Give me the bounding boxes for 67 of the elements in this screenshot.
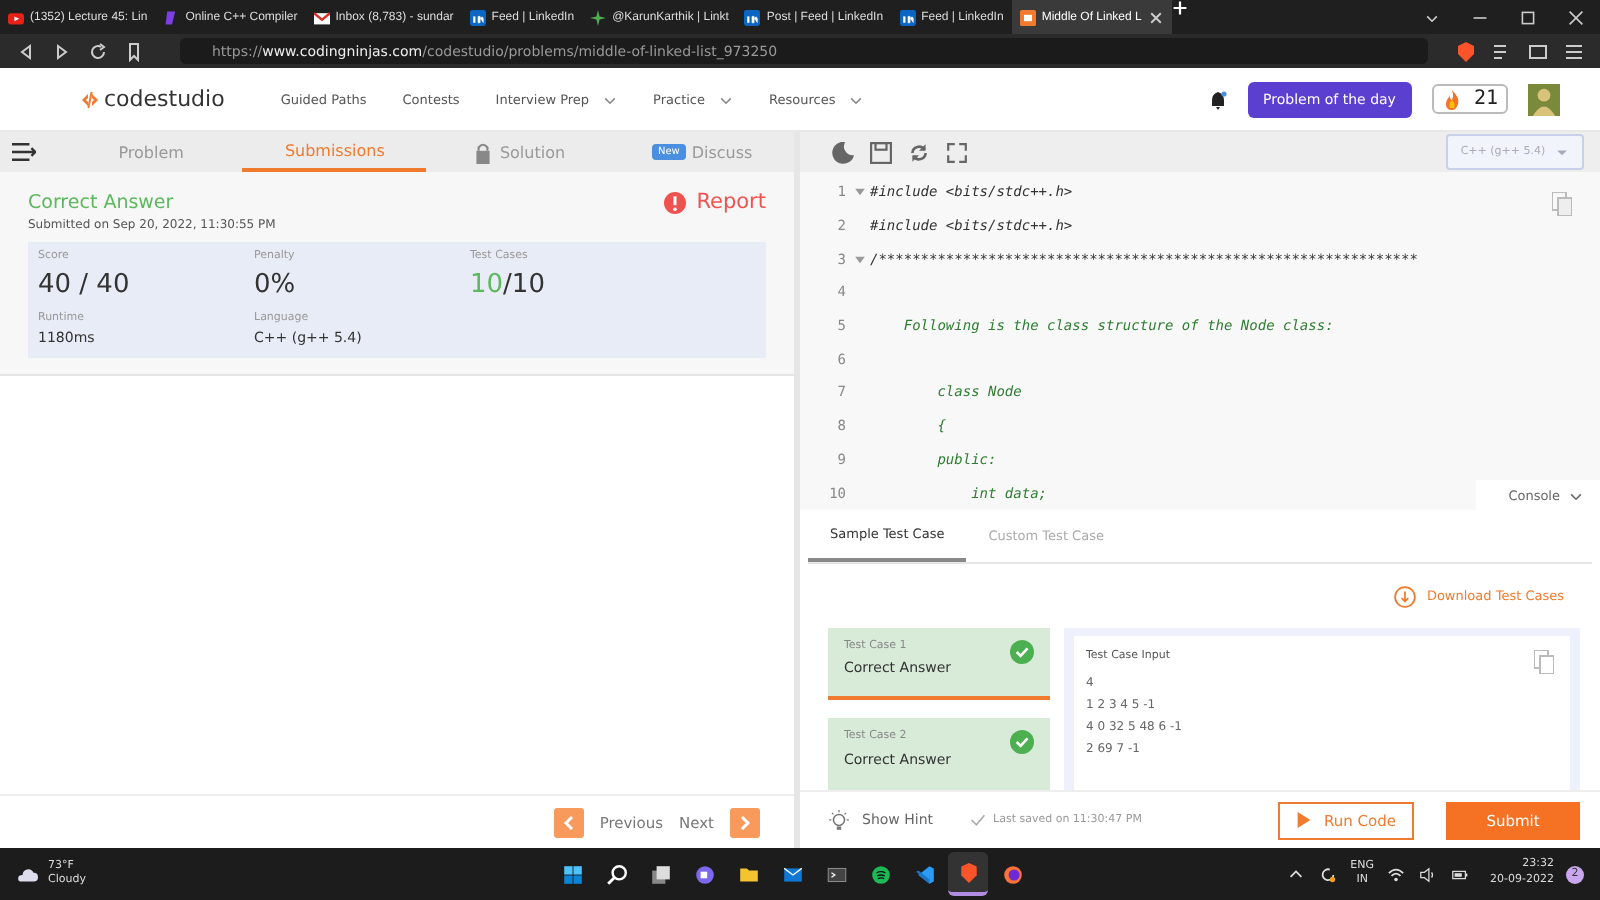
result-status: Correct Answer	[28, 191, 174, 213]
close-icon[interactable]	[1147, 9, 1164, 25]
tab-label: Submissions	[284, 141, 385, 159]
folder-icon[interactable]	[737, 863, 759, 885]
chevron-left-icon	[553, 807, 584, 837]
back-icon[interactable]	[16, 41, 36, 61]
logo-text: codestudio	[104, 86, 225, 112]
streak-count: 21	[1473, 88, 1498, 110]
music-icon[interactable]	[869, 863, 891, 885]
expand-icon[interactable]	[946, 141, 968, 163]
video-icon	[8, 9, 24, 25]
refresh-icon[interactable]	[908, 141, 930, 163]
lock-icon	[471, 141, 494, 163]
play-icon	[1296, 812, 1313, 828]
terminal-icon[interactable]	[825, 863, 847, 885]
alert-icon	[664, 191, 687, 213]
maximize-icon[interactable]	[1520, 9, 1536, 25]
avatar[interactable]	[1528, 83, 1560, 115]
report-label: Report	[696, 190, 766, 214]
checkmark-icon	[969, 812, 986, 828]
cloud-icon[interactable]	[16, 863, 38, 885]
stat-value: 40 / 40	[38, 270, 130, 300]
stat-value: 0%	[254, 270, 296, 300]
windows-icon[interactable]	[561, 863, 583, 885]
download-icon	[1394, 585, 1417, 607]
logo-icon	[80, 89, 100, 109]
site-icon	[1019, 9, 1036, 25]
mail-icon[interactable]	[781, 863, 803, 885]
chevron-right-icon	[730, 807, 760, 837]
mail-icon	[313, 9, 330, 25]
add-icon[interactable]	[1171, 0, 1188, 16]
fire-icon	[1441, 89, 1462, 109]
playlist-icon[interactable]	[1492, 41, 1512, 61]
bell-icon[interactable]	[1207, 89, 1228, 109]
search-icon[interactable]	[605, 863, 627, 885]
chat-icon[interactable]	[693, 863, 715, 885]
chevron-up-icon[interactable]	[1286, 865, 1307, 883]
code-editor-icon[interactable]	[913, 863, 935, 885]
lightbulb-icon	[828, 809, 850, 831]
menu-icon[interactable]	[12, 142, 36, 162]
chevron-down-icon	[1568, 488, 1584, 504]
tab-label: Solution	[499, 143, 566, 161]
reload-icon[interactable]	[88, 41, 108, 61]
battery-icon[interactable]	[1450, 865, 1471, 883]
fold-icon[interactable]	[850, 251, 870, 268]
moon-icon[interactable]	[832, 141, 854, 163]
close-icon[interactable]	[1568, 9, 1584, 25]
linkedin-icon	[899, 9, 916, 25]
check-icon	[1010, 730, 1034, 755]
linkedin-icon	[469, 9, 486, 25]
check-icon	[1010, 640, 1034, 664]
star-icon	[590, 9, 607, 25]
sync-icon[interactable]	[1318, 865, 1339, 883]
caret-icon	[1553, 144, 1570, 160]
streak-counter[interactable]: 21	[1431, 84, 1508, 114]
tab-label: Discuss	[691, 143, 753, 161]
save-icon[interactable]	[870, 141, 892, 163]
forward-icon[interactable]	[52, 41, 72, 61]
stat-value: 10/10	[470, 270, 545, 300]
windows-stack-icon[interactable]	[649, 863, 671, 885]
speaker-icon[interactable]	[1418, 865, 1439, 883]
bookmark-icon[interactable]	[124, 41, 144, 61]
shield-icon[interactable]	[1456, 41, 1476, 61]
wifi-icon[interactable]	[1386, 865, 1407, 883]
fold-icon[interactable]	[850, 184, 870, 201]
tab-label: Problem	[118, 143, 184, 161]
linkedin-icon	[744, 9, 761, 25]
